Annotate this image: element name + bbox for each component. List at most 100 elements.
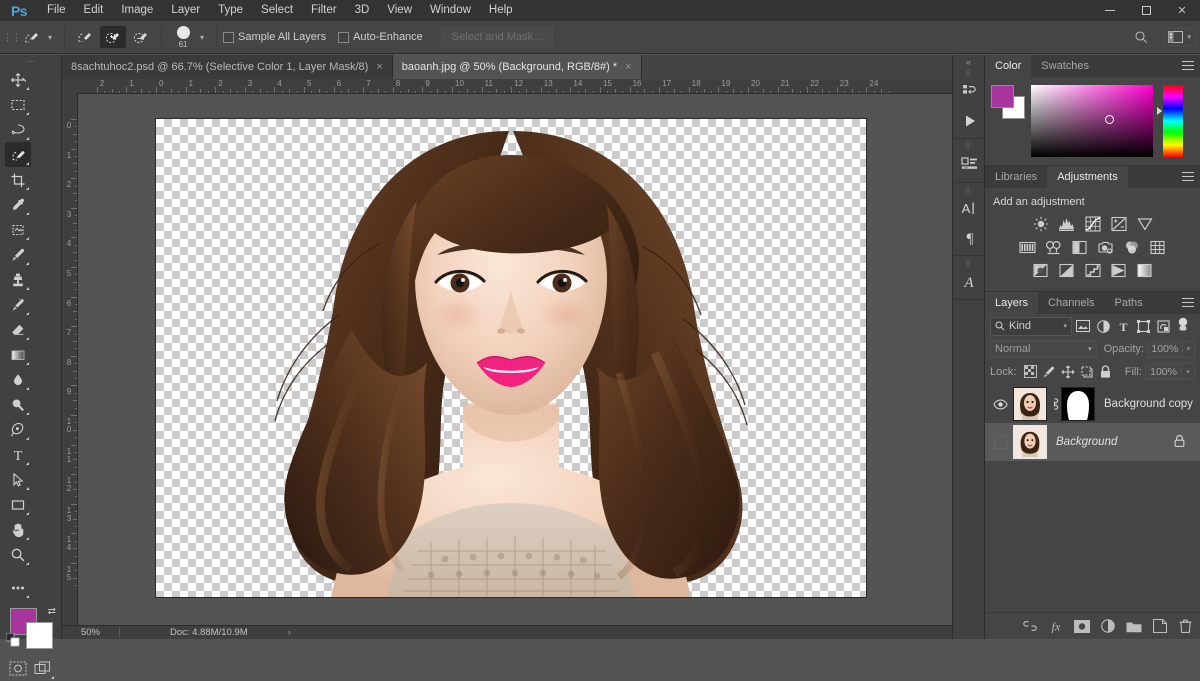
levels-icon[interactable] (1056, 214, 1078, 234)
path-selection-tool[interactable] (5, 467, 31, 492)
dodge-tool[interactable] (5, 392, 31, 417)
fill-slider-caret[interactable]: ▾ (1182, 363, 1195, 380)
character-icon[interactable]: A (953, 194, 986, 223)
tool-preset-caret[interactable]: ▾ (48, 33, 52, 42)
panel-menu-icon[interactable] (1182, 61, 1194, 73)
options-bar-grip[interactable]: ⋮⋮ (6, 27, 18, 47)
brightness-contrast-icon[interactable] (1030, 214, 1052, 234)
pen-tool[interactable] (5, 417, 31, 442)
hue-saturation-icon[interactable] (1017, 237, 1039, 257)
lock-transparent-pixels-icon[interactable] (1021, 363, 1040, 381)
menu-item-view[interactable]: View (378, 0, 421, 21)
exposure-icon[interactable] (1108, 214, 1130, 234)
eyedropper-tool[interactable] (5, 192, 31, 217)
menu-item-layer[interactable]: Layer (162, 0, 209, 21)
eraser-tool[interactable] (5, 317, 31, 342)
mode-subtract-from-selection[interactable] (128, 26, 154, 48)
table-row[interactable]: Background (985, 423, 1200, 461)
smart-object-filter-icon[interactable] (1154, 317, 1172, 336)
tab-color[interactable]: Color (985, 55, 1031, 77)
brush-options-caret[interactable]: ▾ (200, 33, 204, 42)
history-brush-tool[interactable] (5, 292, 31, 317)
document-tab-0[interactable]: 8sachtuhoc2.psd @ 66.7% (Selective Color… (62, 55, 393, 79)
tab-layers[interactable]: Layers (985, 292, 1038, 314)
rail-grip-dots[interactable]: ⣿ (953, 185, 984, 194)
lock-artboard-icon[interactable] (1077, 363, 1096, 381)
select-and-mask-button[interactable]: Select and Mask... (441, 27, 554, 47)
blur-tool[interactable] (5, 367, 31, 392)
close-icon[interactable]: × (376, 61, 382, 73)
type-tool[interactable]: T (5, 442, 31, 467)
threshold-icon[interactable] (1082, 260, 1104, 280)
layer-thumbnail[interactable] (1013, 425, 1047, 459)
background-color-swatch[interactable] (26, 622, 53, 649)
selective-color-icon[interactable] (1134, 260, 1156, 280)
edit-toolbar-tool[interactable] (5, 575, 31, 600)
crop-tool[interactable] (5, 167, 31, 192)
zoom-level[interactable]: 50% (62, 627, 120, 638)
paragraph-icon[interactable]: ¶ (953, 223, 986, 252)
menu-item-window[interactable]: Window (421, 0, 480, 21)
tab-paths[interactable]: Paths (1105, 292, 1153, 314)
document-canvas[interactable] (156, 119, 866, 597)
color-panel-foreground-swatch[interactable] (991, 85, 1014, 108)
layer-name[interactable]: Background copy (1104, 398, 1193, 410)
brush-size-preview[interactable]: 61 (168, 26, 198, 49)
glyphs-icon[interactable]: A (953, 267, 986, 296)
lock-all-icon[interactable] (1096, 363, 1115, 381)
rail-grip-dots[interactable]: ⣿ (953, 68, 984, 77)
add-layer-mask-icon[interactable] (1073, 618, 1090, 635)
black-white-icon[interactable] (1069, 237, 1091, 257)
panel-menu-icon[interactable] (1182, 298, 1194, 310)
mode-new-selection[interactable] (72, 26, 98, 48)
layer-visibility-toggle[interactable] (987, 399, 1013, 410)
layer-style-fx-icon[interactable]: fx (1047, 618, 1064, 635)
auto-enhance-checkbox[interactable]: Auto-Enhance (338, 31, 423, 43)
invert-icon[interactable] (1030, 260, 1052, 280)
color-balance-icon[interactable] (1043, 237, 1065, 257)
tab-libraries[interactable]: Libraries (985, 166, 1047, 188)
default-colors-icon[interactable] (6, 633, 20, 650)
color-picker-field[interactable] (1031, 85, 1153, 157)
shape-filter-icon[interactable] (1134, 317, 1152, 336)
lock-position-icon[interactable] (1059, 363, 1078, 381)
maximize-button[interactable] (1128, 0, 1164, 21)
layer-kind-filter[interactable]: Kind ▾ (990, 317, 1072, 336)
menu-item-edit[interactable]: Edit (75, 0, 113, 21)
brush-tool[interactable] (5, 242, 31, 267)
rectangular-marquee-tool[interactable] (5, 92, 31, 117)
menu-item-file[interactable]: File (38, 0, 75, 21)
tool-preset-picker[interactable] (19, 26, 45, 48)
vibrance-icon[interactable] (1134, 214, 1156, 234)
blend-mode-select[interactable]: Normal ▾ (990, 340, 1097, 358)
menu-item-help[interactable]: Help (480, 0, 522, 21)
fill-value[interactable]: 100% (1145, 363, 1182, 380)
zoom-tool[interactable] (5, 542, 31, 567)
color-lookup-icon[interactable] (1147, 237, 1169, 257)
vertical-ruler[interactable]: 0123456789101112131415 (62, 94, 78, 625)
menu-item-filter[interactable]: Filter (302, 0, 346, 21)
lock-image-pixels-icon[interactable] (1040, 363, 1059, 381)
gradient-tool[interactable] (5, 342, 31, 367)
search-button[interactable] (1128, 26, 1154, 48)
menu-item-select[interactable]: Select (252, 0, 302, 21)
delete-layer-icon[interactable] (1177, 618, 1194, 635)
horizontal-ruler[interactable]: 2101234567891011121314151617181920212223… (62, 79, 952, 94)
filter-toggle[interactable] (1174, 317, 1192, 336)
hand-tool[interactable] (5, 517, 31, 542)
move-tool[interactable] (5, 67, 31, 92)
mode-add-to-selection[interactable] (100, 26, 126, 48)
change-screen-mode-button[interactable] (31, 656, 57, 681)
rail-grip-dots[interactable]: ⣿ (953, 141, 984, 150)
tab-swatches[interactable]: Swatches (1031, 55, 1099, 77)
tab-adjustments[interactable]: Adjustments (1047, 166, 1128, 188)
history-icon[interactable] (953, 77, 986, 106)
document-tab-1[interactable]: baoanh.jpg @ 50% (Background, RGB/8#) *× (393, 55, 642, 79)
gradient-map-icon[interactable] (1108, 260, 1130, 280)
type-filter-icon[interactable]: T (1114, 317, 1132, 336)
tab-channels[interactable]: Channels (1038, 292, 1104, 314)
clone-stamp-tool[interactable] (5, 267, 31, 292)
layer-name[interactable]: Background (1056, 436, 1117, 448)
channel-mixer-icon[interactable] (1121, 237, 1143, 257)
layer-mask-link-icon[interactable] (1047, 397, 1061, 411)
